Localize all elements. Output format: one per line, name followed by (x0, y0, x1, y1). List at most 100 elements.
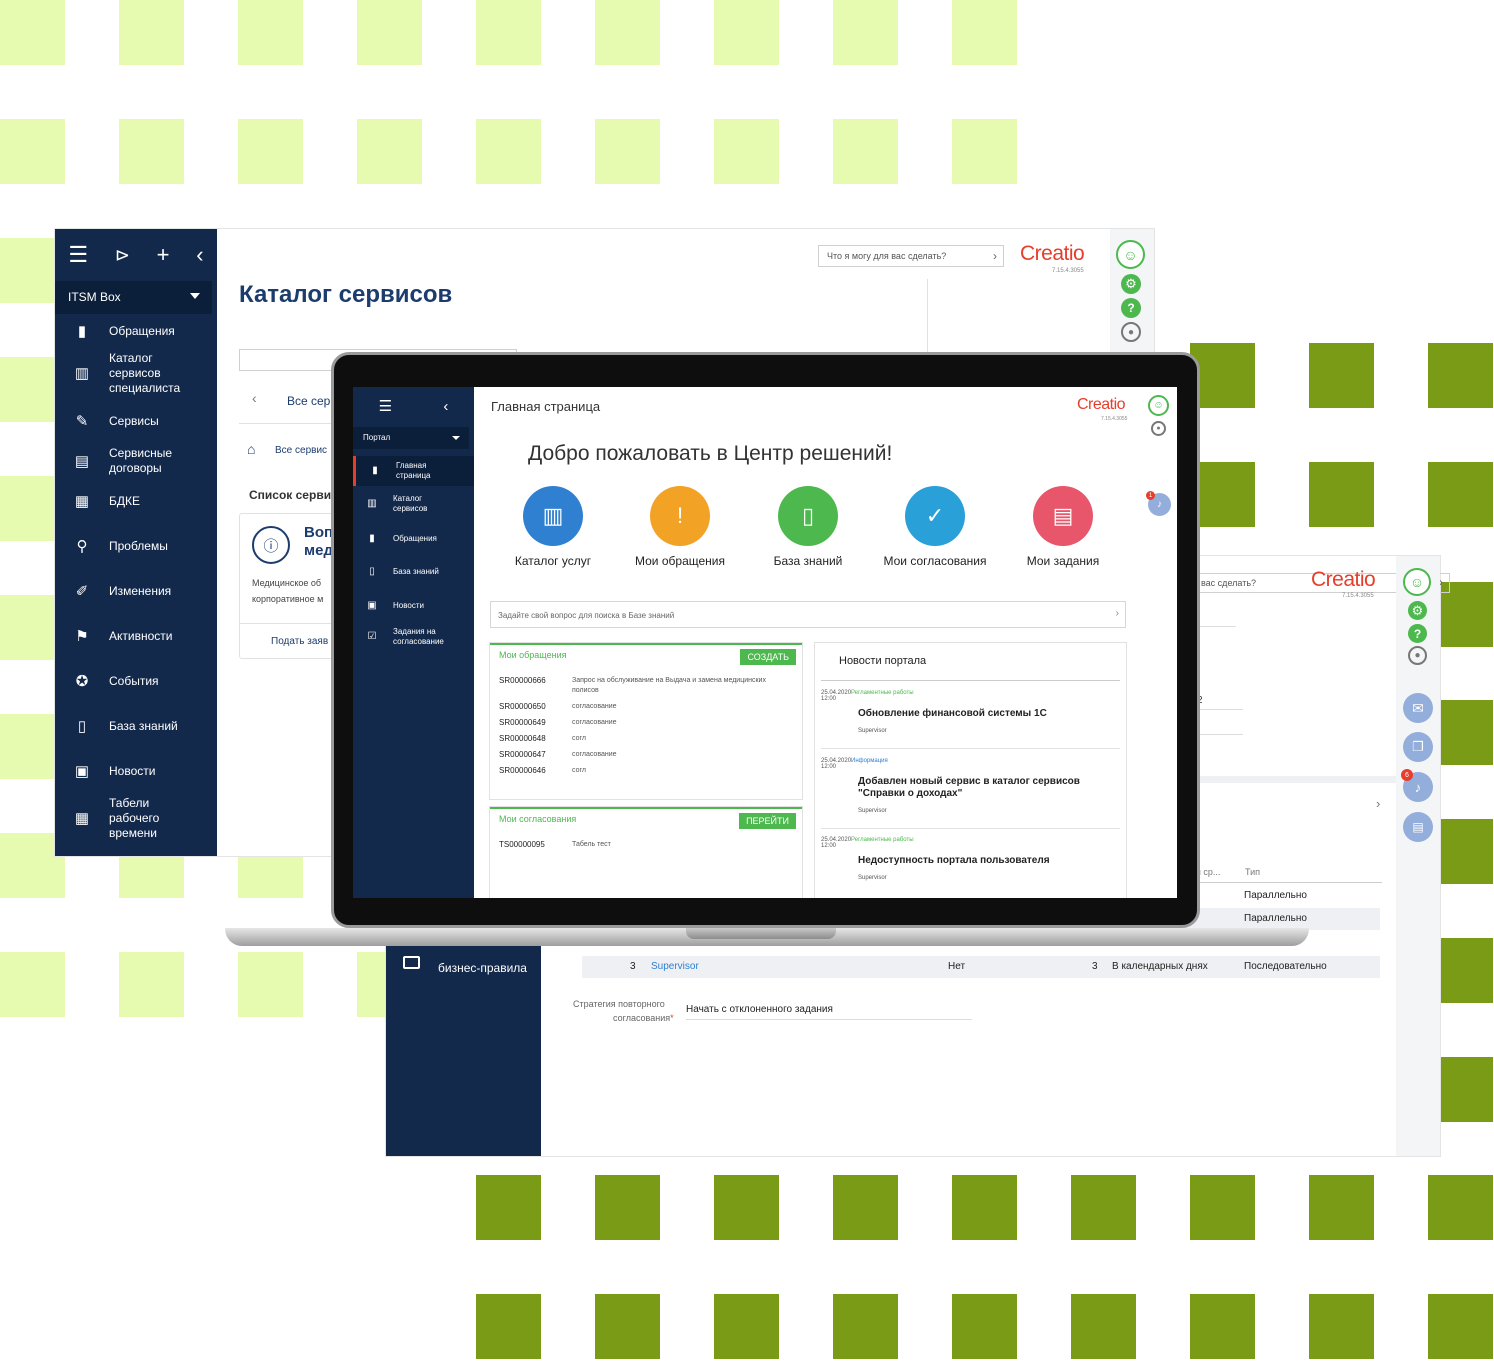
news-item[interactable]: 25.04.2020Регламентные работы 12:00 Недост… (821, 837, 1121, 881)
sidebar-item-label: Проблемы (109, 538, 168, 553)
hamburger-icon[interactable]: ☰ (379, 397, 392, 415)
creatio-logo: Creatio (1020, 242, 1085, 265)
sidebar-item-3[interactable]: ▤ Сервисные договоры (55, 446, 217, 476)
hamburger-icon[interactable]: ☰ (68, 242, 88, 268)
problem-icon: ⚲ (76, 537, 88, 555)
submit-request-link[interactable]: Подать заяв (271, 636, 328, 647)
workspace-select[interactable]: ITSM Box (55, 281, 212, 314)
sidebar-item-2[interactable]: ▮ Обращения (353, 527, 474, 551)
request-id: SR00000648 (499, 734, 546, 743)
decorative-square (952, 1294, 1017, 1359)
sidebar-item-2[interactable]: ✎ Сервисы (55, 411, 217, 431)
chat-icon[interactable]: ❐ (1403, 732, 1433, 762)
user-status-icon[interactable]: ● (1121, 322, 1141, 342)
workspace-select[interactable]: Портал (353, 427, 469, 449)
news-category[interactable]: Информация (851, 758, 888, 764)
command-search-input[interactable]: Что я могу для вас сделать? › (818, 245, 1004, 267)
profile-icon[interactable]: ☺ (1148, 395, 1169, 416)
news-meta: 25.04.2020Информация 12:00 (821, 758, 1121, 770)
news-title[interactable]: Добавлен новый сервис в каталог сервисов… (858, 776, 1098, 800)
sidebar-item-9[interactable]: ▯ База знаний (55, 716, 217, 736)
sidebar-item-business-rules[interactable]: бизнес-правила (438, 961, 527, 975)
news-icon: ▣ (74, 762, 90, 780)
services-icon: ✎ (75, 412, 89, 430)
list-item[interactable]: SR00000646 согл (499, 766, 794, 776)
decorative-square (714, 119, 779, 184)
sidebar-item-10[interactable]: ▣ Новости (55, 761, 217, 781)
page-title: Главная страница (491, 399, 601, 414)
email-icon[interactable]: ✉ (1403, 693, 1433, 723)
user-status-icon[interactable]: ● (1151, 421, 1166, 436)
list-item[interactable]: SR00000647 согласование (499, 750, 794, 760)
tile-0[interactable]: ▥ Каталог услуг (488, 486, 618, 568)
knowledge-search-input[interactable]: Задайте свой вопрос для поиска в Базе зн… (490, 601, 1126, 628)
sidebar-item-7[interactable]: ⚑ Активности (55, 626, 217, 646)
decorative-square (1428, 1294, 1493, 1359)
sidebar-item-1[interactable]: ▥ Каталог сервисов (353, 489, 474, 519)
sidebar-item-6[interactable]: ✐ Изменения (55, 581, 217, 601)
books-icon: ▥ (523, 486, 583, 546)
news-item[interactable]: 25.04.2020Информация 12:00 Добавлен новый … (821, 758, 1121, 814)
sidebar-item-label: Активности (109, 628, 173, 643)
decorative-square (0, 119, 65, 184)
sidebar-item-label: События (109, 673, 159, 688)
sidebar-item-8[interactable]: ✪ События (55, 671, 217, 691)
tile-label: Мои задания (1026, 554, 1100, 568)
sidebar-item-0[interactable]: ▮ Главная страница (353, 456, 474, 486)
alert-icon: ▮ (369, 533, 375, 544)
list-item[interactable]: SR00000650 согласование (499, 702, 794, 712)
card-title: Воп (304, 524, 334, 541)
help-icon[interactable]: ? (1121, 298, 1141, 318)
sidebar-item-4[interactable]: ▦ БДКЕ (55, 491, 217, 511)
tab-all-services[interactable]: Все серв (287, 394, 337, 408)
user-status-icon[interactable]: ● (1408, 646, 1427, 665)
list-item[interactable]: TS00000095 Табель тест (499, 840, 794, 850)
news-category[interactable]: Регламентные работы (851, 837, 914, 843)
breadcrumb[interactable]: Все сервис (275, 445, 327, 456)
sidebar-item-5[interactable]: ⚲ Проблемы (55, 536, 217, 556)
tile-1[interactable]: ! Мои обращения (615, 486, 745, 568)
gear-icon[interactable]: ⚙ (1408, 601, 1427, 620)
chevron-left-icon[interactable]: ‹ (196, 242, 203, 268)
tile-4[interactable]: ▤ Мои задания (998, 486, 1128, 568)
sidebar-item-0[interactable]: ▮ Обращения (55, 321, 217, 341)
news-title[interactable]: Недоступность портала пользователя (858, 855, 1098, 867)
news-item[interactable]: 25.04.2020Регламентные работы 12:00 Обновл… (821, 690, 1121, 734)
go-to-approvals-button[interactable]: ПЕРЕЙТИ (739, 813, 796, 829)
list-item[interactable]: SR00000648 согл (499, 734, 794, 744)
chevron-left-icon[interactable]: ‹ (252, 390, 257, 406)
play-icon[interactable]: ⊳ (115, 245, 130, 266)
news-title[interactable]: Обновление финансовой системы 1С (858, 708, 1098, 720)
column-header-type[interactable]: Тип (1245, 867, 1260, 877)
list-item[interactable]: SR00000649 согласование (499, 718, 794, 728)
sidebar-item-5[interactable]: ☑ Задания на согласование (353, 625, 474, 649)
profile-icon[interactable]: ☺ (1116, 240, 1145, 269)
news-category[interactable]: Регламентные работы (851, 690, 914, 696)
help-icon[interactable]: ? (1408, 624, 1427, 643)
decorative-square (952, 119, 1017, 184)
cell-name[interactable]: Supervisor (651, 961, 699, 972)
profile-icon[interactable]: ☺ (1403, 568, 1431, 596)
document-icon[interactable]: ▤ (1403, 812, 1433, 842)
list-item[interactable]: SR00000666 Запрос на обслуживание на Выда… (499, 676, 794, 696)
sidebar-item-1[interactable]: ▥ Каталог сервисов специалиста (55, 351, 217, 396)
tile-2[interactable]: ▯ База знаний (743, 486, 873, 568)
calendar-icon: ▦ (74, 810, 90, 827)
plus-icon[interactable]: + (157, 242, 170, 268)
chevron-right-icon[interactable]: › (1376, 796, 1380, 811)
sidebar-item-3[interactable]: ▯ База знаний (353, 560, 474, 584)
sidebar-item-11[interactable]: ▦ Табели рабочего времени (55, 796, 217, 841)
create-request-button[interactable]: СОЗДАТЬ (740, 649, 796, 665)
home-icon[interactable]: ⌂ (247, 441, 255, 457)
news-time: 12:00 (821, 696, 837, 702)
tile-3[interactable]: ✓ Мои согласования (870, 486, 1000, 568)
strategy-select-value[interactable]: Начать с отклоненного задания (686, 1004, 833, 1015)
chevron-left-icon[interactable]: ‹ (443, 398, 448, 415)
flag-icon: ⚑ (75, 627, 89, 645)
gear-icon[interactable]: ⚙ (1121, 274, 1141, 294)
sidebar-item-4[interactable]: ▣ Новости (353, 594, 474, 618)
table-row[interactable]: 3 Supervisor Нет 3 В календарных днях Последо… (582, 956, 1380, 978)
tile-label: База знаний (773, 554, 843, 568)
decorative-square (714, 1175, 779, 1240)
chart-icon: ▮ (372, 465, 378, 476)
